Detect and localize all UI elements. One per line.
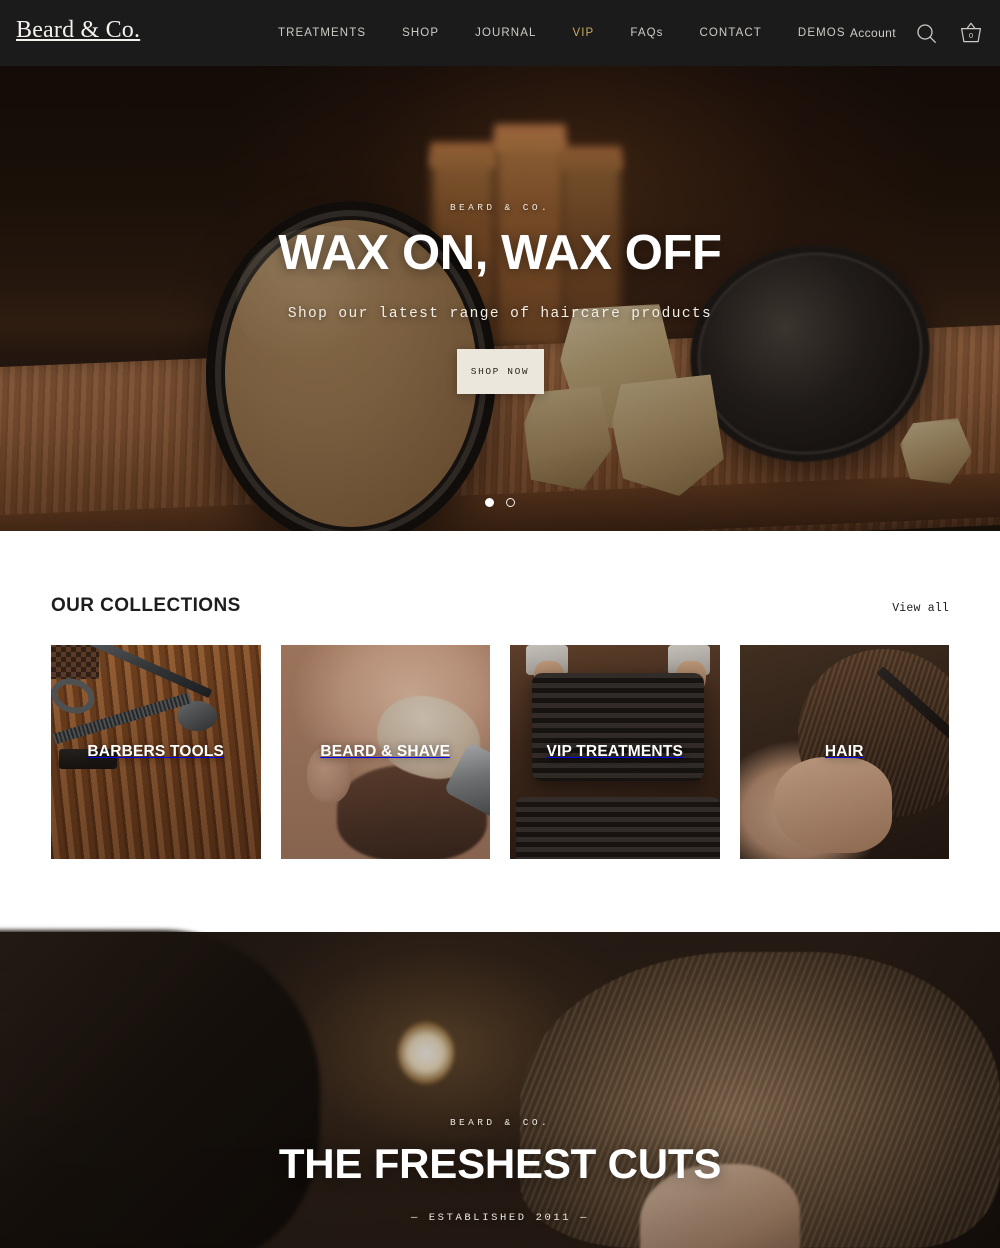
hero-content: BEARD & CO. WAX ON, WAX OFF Shop our lat… (0, 66, 1000, 531)
hero-slider: BEARD & CO. WAX ON, WAX OFF Shop our lat… (0, 66, 1000, 531)
cart-count-badge: 0 (968, 31, 974, 40)
header-actions: Account 0 (850, 0, 986, 66)
hero-slider-dots (0, 498, 1000, 507)
hero-eyebrow: BEARD & CO. (449, 202, 551, 213)
site-logo[interactable]: Beard & Co. (16, 18, 140, 42)
banner-title: THE FRESHEST CUTS (278, 1140, 722, 1187)
collection-card-label: BEARD & SHAVE (320, 743, 451, 760)
collection-card-label: VIP TREATMENTS (546, 743, 684, 760)
collection-card-hair[interactable]: HAIR (739, 645, 949, 859)
freshest-cuts-banner: BEARD & CO. THE FRESHEST CUTS — ESTABLIS… (0, 932, 1000, 1248)
account-link[interactable]: Account (850, 26, 896, 40)
collection-card-label: BARBERS TOOLS (87, 743, 225, 760)
site-header: Beard & Co. TREATMENTS SHOP JOURNAL VIP … (0, 0, 1000, 66)
nav-item-journal[interactable]: JOURNAL (457, 27, 554, 39)
nav-item-faqs[interactable]: FAQs (612, 27, 681, 39)
page-root: Beard & Co. TREATMENTS SHOP JOURNAL VIP … (0, 0, 1000, 1248)
collection-card-label: HAIR (824, 743, 864, 760)
hero-title: WAX ON, WAX OFF (278, 226, 722, 280)
cart-button[interactable]: 0 (956, 17, 986, 49)
collection-card-barbers-tools[interactable]: BARBERS TOOLS (51, 645, 261, 859)
nav-item-treatments[interactable]: TREATMENTS (260, 27, 384, 39)
collections-header: OUR COLLECTIONS View all (51, 595, 949, 617)
collections-section: OUR COLLECTIONS View all BARBERS TOOLS B… (0, 531, 1000, 932)
banner-eyebrow: BEARD & CO. (449, 1117, 551, 1128)
shop-now-button[interactable]: SHOP NOW (456, 349, 544, 394)
collections-grid: BARBERS TOOLS BEARD & SHAVE VIP TREATMEN… (51, 645, 949, 859)
hero-slider-dot-1[interactable] (485, 498, 494, 507)
hero-slider-dot-2[interactable] (506, 498, 515, 507)
nav-item-vip[interactable]: VIP (554, 27, 612, 39)
hero-subtitle: Shop our latest range of haircare produc… (287, 306, 713, 322)
nav-item-shop[interactable]: SHOP (384, 27, 457, 39)
banner-established: — ESTABLISHED 2011 — (410, 1212, 590, 1224)
nav-item-contact[interactable]: CONTACT (681, 27, 779, 39)
banner-content: BEARD & CO. THE FRESHEST CUTS — ESTABLIS… (0, 932, 1000, 1248)
view-all-link[interactable]: View all (892, 602, 949, 615)
collections-title: OUR COLLECTIONS (51, 595, 241, 616)
search-icon (916, 23, 936, 43)
collection-card-vip-treatments[interactable]: VIP TREATMENTS (510, 645, 720, 859)
search-button[interactable] (912, 18, 940, 48)
main-navigation: TREATMENTS SHOP JOURNAL VIP FAQs CONTACT… (260, 0, 864, 66)
collection-card-beard-shave[interactable]: BEARD & SHAVE (280, 645, 490, 859)
